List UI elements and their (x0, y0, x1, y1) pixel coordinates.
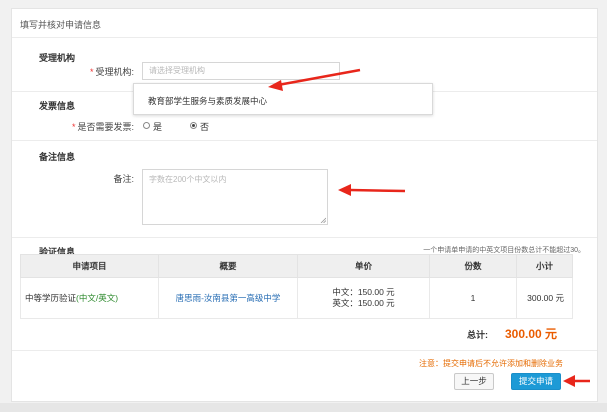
application-form-card: 填写并核对申请信息 受理机构 * 受理机构: 请选择受理机构 发票信息 * 是否需要… (11, 8, 598, 402)
remarks-textarea[interactable]: 字数在200个中文以内 (142, 169, 328, 225)
invoice-label: * 是否需要发票: (52, 120, 134, 133)
agency-label-text: 受理机构: (95, 67, 134, 77)
invoice-no-radio[interactable] (190, 122, 197, 129)
price-cell: 中文：150.00 元英文：150.00 元 (297, 277, 430, 319)
col-header-subtotal: 小计 (516, 254, 573, 278)
table-header-row: 申请项目 概要 单价 份数 小计 (20, 254, 573, 278)
invoice-yes-radio[interactable] (143, 122, 150, 129)
page-title: 填写并核对申请信息 (20, 20, 102, 30)
invoice-yes-label: 是 (153, 122, 163, 132)
col-header-price: 单价 (297, 254, 430, 278)
agency-dropdown-menu: 教育部学生服务与素质发展中心 (133, 83, 433, 115)
subtotal-cell: 300.00 元 (516, 277, 573, 319)
remarks-divider (12, 237, 597, 238)
previous-step-button[interactable]: 上一步 (454, 373, 494, 390)
col-header-summary: 概要 (158, 254, 298, 278)
title-divider (12, 37, 597, 38)
item-language: (中文/英文) (76, 292, 119, 303)
price-chinese: 中文：150.00 元 (332, 287, 395, 297)
price-english: 英文：150.00 元 (332, 298, 395, 308)
resize-grip-icon[interactable] (320, 217, 326, 223)
page-bottom-strip (0, 403, 607, 412)
submit-warning: 注意：提交申请后不允许添加和删除业务 (419, 359, 563, 368)
submit-application-button[interactable]: 提交申请 (511, 373, 561, 390)
invoice-label-text: 是否需要发票: (77, 122, 134, 132)
required-mark: * (89, 67, 94, 77)
verification-table: 申请项目 概要 单价 份数 小计 中等学历验证(中文/英文) 唐思雨-汝南县第一… (20, 254, 573, 319)
invoice-divider (12, 140, 597, 141)
total-divider (12, 350, 597, 351)
agency-select[interactable]: 请选择受理机构 (142, 62, 340, 80)
required-mark: * (71, 122, 76, 132)
summary-link[interactable]: 唐思雨-汝南县第一高级中学 (176, 293, 281, 303)
item-name: 中等学历验证 (25, 292, 77, 303)
agency-option[interactable]: 教育部学生服务与素质发展中心 (148, 95, 267, 107)
col-header-item: 申请项目 (20, 254, 159, 278)
quantity-cell: 1 (429, 277, 517, 319)
agency-label: * 受理机构: (62, 65, 134, 78)
invoice-section-title: 发票信息 (39, 101, 76, 111)
remarks-placeholder: 字数在200个中文以内 (149, 175, 227, 184)
remarks-section-title: 备注信息 (39, 152, 76, 162)
total-value: 300.00 元 (505, 327, 558, 341)
total-label: 总计: (467, 330, 488, 340)
agency-section-title: 受理机构 (39, 53, 76, 63)
remarks-label: 备注: (113, 174, 134, 184)
summary-cell: 唐思雨-汝南县第一高级中学 (158, 277, 298, 319)
col-header-quantity: 份数 (429, 254, 517, 278)
invoice-no-label: 否 (200, 122, 210, 132)
table-row: 中等学历验证(中文/英文) 唐思雨-汝南县第一高级中学 中文：150.00 元英… (20, 277, 573, 319)
item-cell: 中等学历验证(中文/英文) (20, 277, 159, 319)
